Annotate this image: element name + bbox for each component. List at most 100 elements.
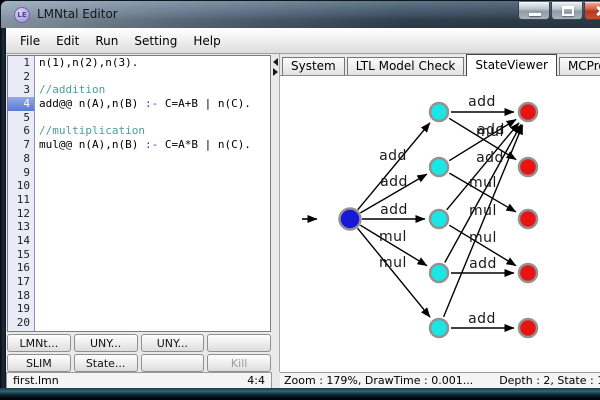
code-segment-plain: C=A+B | n(C). [158, 97, 251, 110]
tab-mcprofiler[interactable]: MCProfiler [559, 57, 600, 75]
window-controls [518, 2, 600, 20]
line-number: 11 [8, 193, 34, 207]
run-button-uny[interactable]: UNY... [74, 334, 138, 352]
code-line [39, 220, 270, 234]
run-button-empty[interactable] [141, 354, 205, 372]
line-number: 1 [8, 56, 34, 70]
transition-label-mul: mul [469, 230, 497, 246]
run-button-uny[interactable]: UNY... [141, 334, 205, 352]
app-icon: LE [14, 7, 30, 23]
splitter-collapse-left-icon[interactable] [273, 58, 278, 66]
code-line [39, 166, 270, 180]
minimize-button[interactable] [518, 2, 550, 20]
transition-label-add: add [477, 122, 505, 138]
code-line [39, 111, 270, 125]
line-number: 4 [8, 97, 34, 111]
state-graph-canvas[interactable]: addaddaddmulmuladdmuladdmuladdmuladdmula… [280, 76, 600, 372]
code-line [39, 234, 270, 248]
code-line [39, 316, 270, 330]
run-button-state[interactable]: State... [74, 354, 138, 372]
code-line [39, 261, 270, 275]
line-number: 2 [8, 70, 34, 84]
state-node-final[interactable] [519, 103, 537, 121]
code-segment-plain: n(1),n(2),n(3). [39, 56, 138, 69]
state-node-final[interactable] [519, 210, 537, 228]
line-number: 5 [8, 111, 34, 125]
maximize-icon [562, 6, 574, 16]
line-number-gutter: 1234567891011121314151617181920 [8, 56, 35, 331]
state-node-final[interactable] [519, 319, 537, 337]
code-line [39, 248, 270, 262]
menu-item-setting[interactable]: Setting [126, 28, 185, 53]
zoom-drawtime-status: Zoom : 179%, DrawTime : 0.001... [284, 374, 473, 387]
splitter-expand-right-icon[interactable] [273, 68, 278, 76]
transition-label-mul: mul [469, 203, 497, 219]
line-number: 10 [8, 179, 34, 193]
line-number: 19 [8, 302, 34, 316]
title-bar[interactable]: LE LMNtal Editor [0, 0, 600, 28]
run-button-slim[interactable]: SLIM [7, 354, 71, 372]
code-segment-keyword: :- [145, 97, 158, 110]
state-node-final[interactable] [519, 264, 537, 282]
cursor-position: 4:4 [247, 374, 265, 387]
line-number: 18 [8, 289, 34, 303]
code-text-area[interactable]: n(1),n(2),n(3). //additionadd@@ n(A),n(B)… [35, 56, 270, 331]
code-line [39, 207, 270, 221]
tab-system[interactable]: System [282, 57, 345, 75]
code-line: //addition [39, 83, 270, 97]
menu-item-edit[interactable]: Edit [48, 28, 87, 53]
state-node-intermediate[interactable] [430, 264, 448, 282]
code-segment-keyword: :- [145, 138, 158, 151]
line-number: 3 [8, 83, 34, 97]
close-icon [595, 5, 600, 17]
menu-item-help[interactable]: Help [185, 28, 228, 53]
line-number: 12 [8, 207, 34, 221]
close-button[interactable] [584, 2, 600, 20]
code-line [39, 152, 270, 166]
code-segment-plain: add@@ n(A),n(B) [39, 97, 145, 110]
viewer-status-bar: Zoom : 179%, DrawTime : 0.001... Depth :… [280, 372, 600, 388]
transition-label-add: add [468, 311, 496, 327]
state-node-intermediate[interactable] [430, 158, 448, 176]
menu-item-file[interactable]: File [12, 28, 48, 53]
code-line [39, 275, 270, 289]
tab-ltl-model-check[interactable]: LTL Model Check [347, 57, 465, 75]
line-number: 8 [8, 152, 34, 166]
code-line [39, 302, 270, 316]
code-segment-plain: mul@@ n(A),n(B) [39, 138, 145, 151]
menu-item-run[interactable]: Run [87, 28, 126, 53]
transition-label-add: add [476, 150, 504, 166]
line-number: 13 [8, 220, 34, 234]
line-number: 17 [8, 275, 34, 289]
transition-label-add: add [379, 148, 407, 164]
transition-label-add: add [468, 94, 496, 110]
state-node-final[interactable] [519, 158, 537, 176]
run-button-lmnt[interactable]: LMNt... [7, 334, 71, 352]
code-line: add@@ n(A),n(B) :- C=A+B | n(C). [39, 97, 270, 111]
window-border-bottom [0, 388, 600, 400]
transition-label-mul: mul [379, 255, 407, 271]
code-editor[interactable]: 1234567891011121314151617181920 n(1),n(2… [7, 55, 271, 332]
state-node-intermediate[interactable] [430, 319, 448, 337]
code-segment-comment: //addition [39, 83, 105, 96]
transition-edge-s0-c1 [358, 123, 430, 210]
line-number: 20 [8, 316, 34, 330]
maximize-button[interactable] [551, 2, 583, 20]
lmntal-editor-window: LE LMNtal Editor FileEditRunSettingHelp … [0, 0, 600, 400]
code-line: mul@@ n(A),n(B) :- C=A*B | n(C). [39, 138, 270, 152]
minimize-icon [529, 13, 541, 16]
run-button-empty[interactable] [207, 334, 271, 352]
tab-stateviewer[interactable]: StateViewer [466, 54, 557, 76]
file-name: first.lmn [13, 374, 59, 387]
state-node-intermediate[interactable] [430, 103, 448, 121]
line-number: 7 [8, 138, 34, 152]
code-line [39, 289, 270, 303]
state-node-initial[interactable] [340, 209, 361, 230]
window-title: LMNtal Editor [37, 7, 118, 21]
state-graph: addaddaddmulmuladdmuladdmuladdmuladdmula… [280, 76, 600, 372]
transition-label-add: add [380, 202, 408, 218]
run-button-kill: Kill [207, 354, 271, 372]
transition-label-mul: mul [379, 229, 407, 245]
menu-bar: FileEditRunSettingHelp [6, 28, 600, 54]
state-node-intermediate[interactable] [430, 210, 448, 228]
